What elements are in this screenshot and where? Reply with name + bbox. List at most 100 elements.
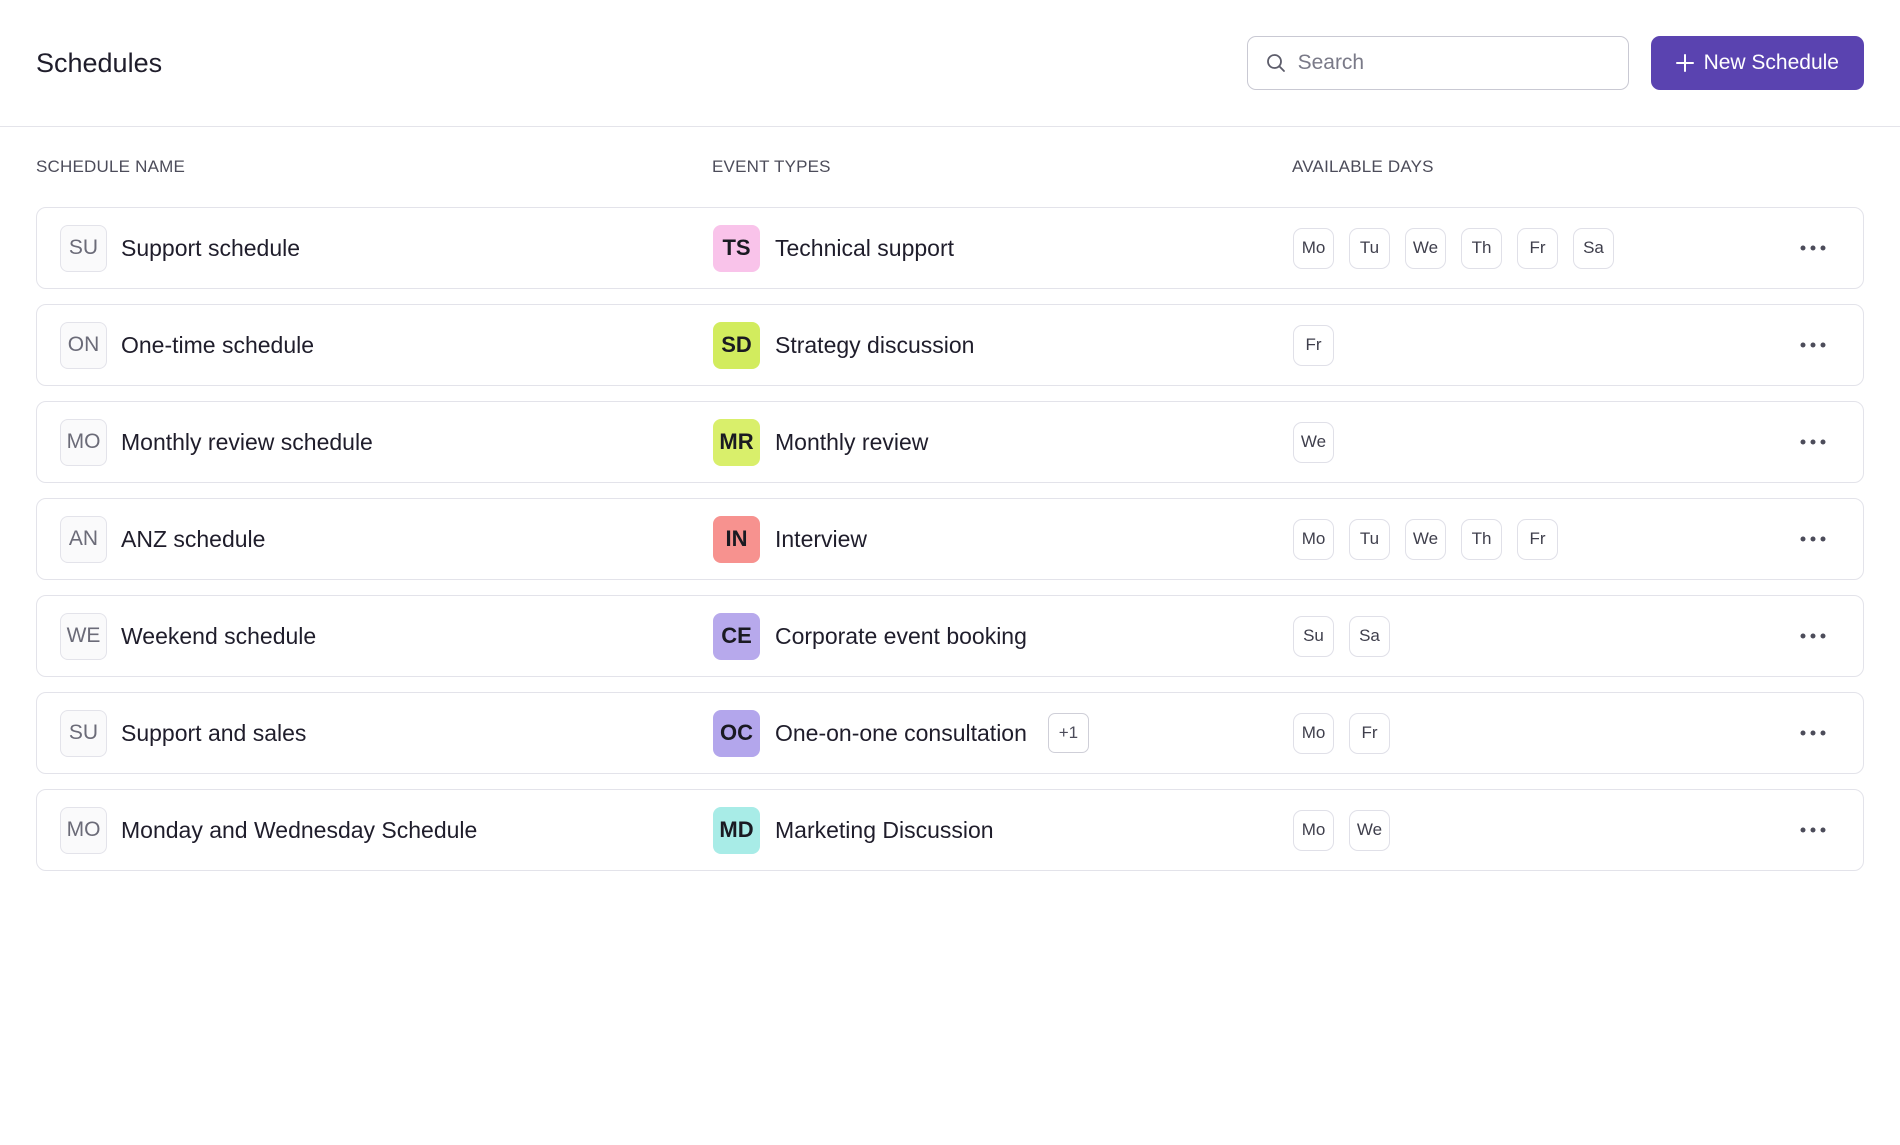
event-type-cell: IN Interview [713, 515, 1293, 563]
day-chip: Fr [1349, 712, 1390, 754]
event-type-badge: MD [713, 806, 760, 854]
available-days-cell: Fr [1293, 324, 1781, 366]
available-days-cell: Mo Tu We Th Fr Sa [1293, 227, 1781, 269]
schedule-name[interactable]: One-time schedule [121, 332, 314, 359]
schedule-name-cell: MO Monthly review schedule [60, 418, 713, 466]
extra-event-count-badge[interactable]: +1 [1047, 713, 1089, 753]
schedule-avatar: SU [60, 224, 107, 272]
event-type-name[interactable]: Technical support [775, 235, 954, 262]
day-chip: Th [1461, 227, 1502, 269]
event-type-badge: SD [713, 321, 760, 369]
event-type-name[interactable]: Marketing Discussion [775, 817, 994, 844]
search-box[interactable] [1246, 36, 1629, 90]
schedule-name[interactable]: ANZ schedule [121, 526, 265, 553]
schedule-name-cell: ON One-time schedule [60, 321, 713, 369]
ellipsis-icon [1800, 536, 1826, 542]
table-row[interactable]: MO Monday and Wednesday Schedule MD Marketi… [36, 789, 1864, 871]
schedule-avatar: AN [60, 515, 107, 563]
ellipsis-icon [1800, 245, 1826, 251]
schedule-avatar: ON [60, 321, 107, 369]
more-options-button[interactable] [1781, 806, 1845, 854]
event-type-badge: TS [713, 224, 760, 272]
page-title: Schedules [36, 47, 163, 78]
available-days-cell: We [1293, 421, 1781, 463]
day-chip: We [1293, 421, 1334, 463]
day-chip: We [1349, 809, 1390, 851]
ellipsis-icon [1800, 730, 1826, 736]
header-actions: New Schedule [1246, 36, 1864, 90]
schedule-list: SU Support schedule TS Technical support Mo T… [0, 207, 1900, 871]
day-chip: Fr [1517, 518, 1558, 560]
available-days-cell: Mo We [1293, 809, 1781, 851]
schedule-name[interactable]: Weekend schedule [121, 623, 316, 650]
more-options-button[interactable] [1781, 612, 1845, 660]
more-options-button[interactable] [1781, 321, 1845, 369]
event-type-badge: CE [713, 612, 760, 660]
schedule-name-cell: MO Monday and Wednesday Schedule [60, 806, 713, 854]
day-chip: Fr [1517, 227, 1558, 269]
schedule-name-cell: SU Support and sales [60, 709, 713, 757]
event-type-name[interactable]: Monthly review [775, 429, 928, 456]
event-type-name[interactable]: Corporate event booking [775, 623, 1027, 650]
day-chip: Mo [1293, 712, 1334, 754]
schedule-avatar: MO [60, 418, 107, 466]
ellipsis-icon [1800, 827, 1826, 833]
day-chip: Tu [1349, 227, 1390, 269]
day-chip: Sa [1349, 615, 1390, 657]
event-type-badge: IN [713, 515, 760, 563]
day-chip: Th [1461, 518, 1502, 560]
day-chip: Mo [1293, 809, 1334, 851]
schedule-name[interactable]: Monthly review schedule [121, 429, 373, 456]
more-options-button[interactable] [1781, 709, 1845, 757]
more-options-button[interactable] [1781, 515, 1845, 563]
plus-icon [1675, 54, 1694, 72]
schedule-name[interactable]: Support schedule [121, 235, 300, 262]
ellipsis-icon [1800, 439, 1826, 445]
schedule-avatar: MO [60, 806, 107, 854]
schedule-name-cell: AN ANZ schedule [60, 515, 713, 563]
table-header: SCHEDULE NAME EVENT TYPES AVAILABLE DAYS [0, 127, 1900, 207]
day-chip: Su [1293, 615, 1334, 657]
column-header-name: SCHEDULE NAME [36, 157, 186, 176]
page-header: Schedules New Schedule [0, 0, 1900, 127]
event-type-cell: OC One-on-one consultation +1 [713, 709, 1293, 757]
event-type-cell: CE Corporate event booking [713, 612, 1293, 660]
ellipsis-icon [1800, 633, 1826, 639]
available-days-cell: Su Sa [1293, 615, 1781, 657]
day-chip: We [1405, 227, 1446, 269]
table-row[interactable]: AN ANZ schedule IN Interview Mo Tu We Th Fr [36, 498, 1864, 580]
event-type-name[interactable]: Interview [775, 526, 867, 553]
day-chip: Tu [1349, 518, 1390, 560]
day-chip: Sa [1573, 227, 1614, 269]
table-row[interactable]: ON One-time schedule SD Strategy discussion… [36, 304, 1864, 386]
table-row[interactable]: SU Support schedule TS Technical support Mo T… [36, 207, 1864, 289]
search-input[interactable] [1297, 51, 1610, 75]
schedule-name-cell: WE Weekend schedule [60, 612, 713, 660]
day-chip: Mo [1293, 227, 1334, 269]
table-row[interactable]: WE Weekend schedule CE Corporate event book… [36, 595, 1864, 677]
more-options-button[interactable] [1781, 224, 1845, 272]
day-chip: We [1405, 518, 1446, 560]
column-header-event-types: EVENT TYPES [712, 157, 831, 176]
schedule-name[interactable]: Monday and Wednesday Schedule [121, 817, 477, 844]
day-chip: Mo [1293, 518, 1334, 560]
table-row[interactable]: MO Monthly review schedule MR Monthly revie… [36, 401, 1864, 483]
search-icon [1266, 54, 1285, 72]
day-chip: Fr [1293, 324, 1334, 366]
event-type-name[interactable]: One-on-one consultation [775, 720, 1027, 747]
more-options-button[interactable] [1781, 418, 1845, 466]
table-row[interactable]: SU Support and sales OC One-on-one consulta… [36, 692, 1864, 774]
available-days-cell: Mo Fr [1293, 712, 1781, 754]
new-schedule-label: New Schedule [1703, 51, 1839, 74]
column-header-available-days: AVAILABLE DAYS [1292, 157, 1434, 176]
available-days-cell: Mo Tu We Th Fr [1293, 518, 1781, 560]
event-type-badge: MR [713, 418, 760, 466]
event-type-cell: MD Marketing Discussion [713, 806, 1293, 854]
event-type-name[interactable]: Strategy discussion [775, 332, 974, 359]
new-schedule-button[interactable]: New Schedule [1650, 36, 1864, 90]
ellipsis-icon [1800, 342, 1826, 348]
schedule-avatar: SU [60, 709, 107, 757]
event-type-badge: OC [713, 709, 760, 757]
schedule-avatar: WE [60, 612, 107, 660]
schedule-name[interactable]: Support and sales [121, 720, 306, 747]
